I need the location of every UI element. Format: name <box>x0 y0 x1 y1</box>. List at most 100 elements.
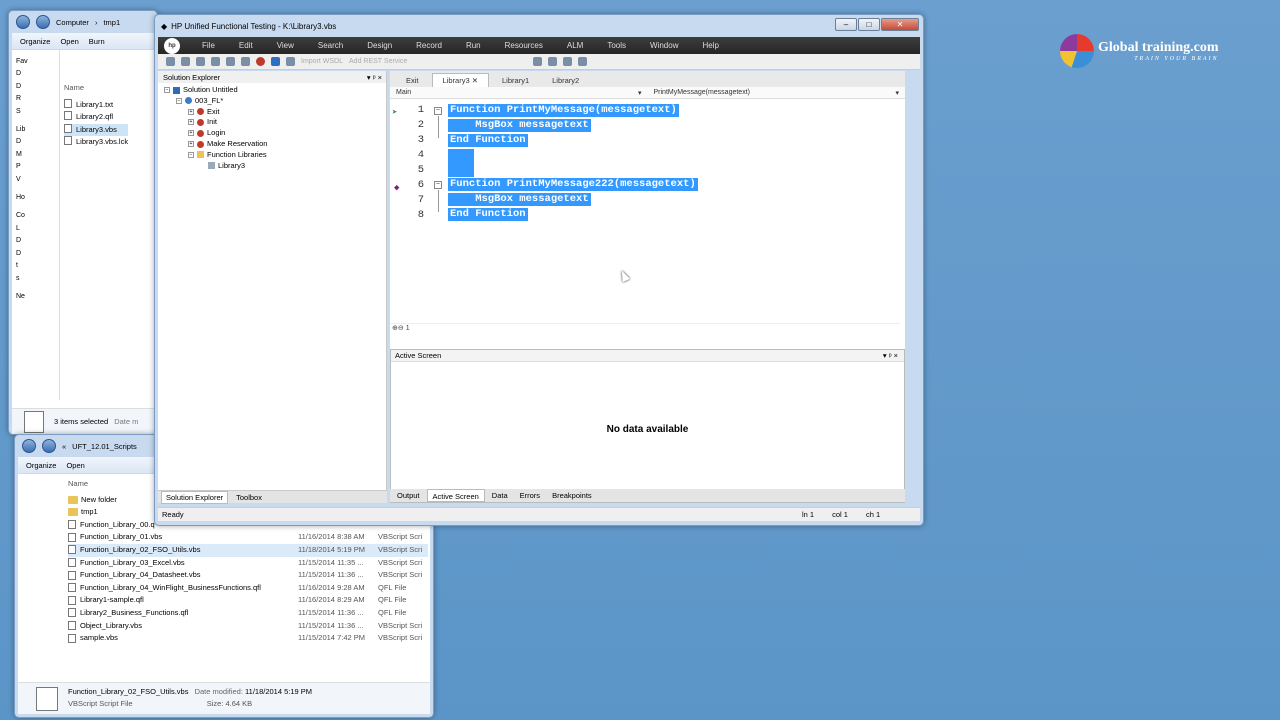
nav-item[interactable]: Co <box>16 210 59 222</box>
code-line[interactable]: MsgBox messagetext <box>448 193 591 206</box>
forward-icon[interactable] <box>42 439 56 453</box>
list-item[interactable]: Library3.vbs.lck <box>64 136 128 149</box>
comment-icon[interactable] <box>548 57 558 66</box>
tree-node-library3[interactable]: Library3 <box>164 161 386 172</box>
open-icon[interactable] <box>181 57 190 66</box>
list-item[interactable]: Library3.vbs <box>64 123 129 137</box>
nav-item[interactable]: R <box>16 93 59 105</box>
tab-toolbox[interactable]: Toolbox <box>232 492 266 503</box>
code-line[interactable]: Function PrintMyMessage222(messagetext) <box>448 178 698 191</box>
minimize-button[interactable]: – <box>835 18 857 31</box>
menu-window[interactable]: Window <box>638 41 690 50</box>
code-area[interactable]: ➤ ◆ − − 1 2 3 4 5 6 7 8 Function PrintMy… <box>390 104 900 336</box>
uft-window[interactable]: ◆ HP Unified Functional Testing - K:\Lib… <box>154 14 924 526</box>
cut-icon[interactable] <box>226 57 235 66</box>
tab-library3[interactable]: Library3 ✕ <box>431 73 490 87</box>
nav-item[interactable]: t <box>16 260 59 272</box>
refresh-icon[interactable] <box>241 57 250 66</box>
list-item[interactable]: Library1-sample.qfl 11/16/2014 8:29 AM QFL… <box>68 594 428 607</box>
run-icon[interactable] <box>271 57 280 66</box>
tree-node-action[interactable]: + Login <box>164 128 386 139</box>
menu-resources[interactable]: Resources <box>493 41 555 50</box>
menu-record[interactable]: Record <box>404 41 454 50</box>
code-line[interactable]: End Function <box>448 134 528 147</box>
organize-button[interactable]: Organize <box>20 37 50 46</box>
menu-view[interactable]: View <box>265 41 306 50</box>
scope-dropdown[interactable]: Main ▾ <box>390 87 648 98</box>
tree-node-solution[interactable]: − Solution Untitled <box>164 85 386 96</box>
list-item[interactable]: Function_Library_04_WinFlight_BusinessFu… <box>68 582 428 595</box>
code-line[interactable]: Function PrintMyMessage(messagetext) <box>448 104 679 117</box>
forward-icon[interactable] <box>36 15 50 29</box>
new-icon[interactable] <box>166 57 175 66</box>
code-line[interactable]: MsgBox messagetext <box>448 119 591 132</box>
panel-pin-close-icon[interactable]: ▾ ᵖ × <box>367 73 382 82</box>
fold-toggle[interactable]: − <box>434 181 442 189</box>
explorer-window-tmp1[interactable]: Computer › tmp1 Organize Open Burn Fav D… <box>8 10 158 435</box>
open-button[interactable]: Open <box>60 37 78 46</box>
close-tab-icon[interactable]: ✕ <box>472 76 478 85</box>
menu-file[interactable]: File <box>190 41 227 50</box>
nav-item[interactable]: V <box>16 174 59 186</box>
nav-item[interactable]: S <box>16 106 59 118</box>
nav-item[interactable]: D <box>16 136 59 148</box>
tab-output[interactable]: Output <box>392 489 425 502</box>
nav-item[interactable]: Ne <box>16 291 59 303</box>
breadcrumb-tmp1[interactable]: tmp1 <box>103 18 120 27</box>
organize-button[interactable]: Organize <box>26 461 56 470</box>
nav-item[interactable]: D <box>16 68 59 80</box>
tree-node-action[interactable]: + Make Reservation <box>164 139 386 150</box>
menu-edit[interactable]: Edit <box>227 41 265 50</box>
code-editor[interactable]: Exit Library3 ✕ Library1 Library2 Main ▾ … <box>390 71 905 356</box>
function-dropdown[interactable]: PrintMyMessage(messagetext) ▾ <box>648 87 906 98</box>
nav-item[interactable]: D <box>16 235 59 247</box>
breadcrumb-computer[interactable]: Computer <box>56 18 89 27</box>
back-icon[interactable] <box>16 15 30 29</box>
list-item[interactable]: Library1.txt <box>64 98 128 112</box>
menu-alm[interactable]: ALM <box>555 41 595 50</box>
add-rest-service-button[interactable]: Add REST Service <box>349 58 407 65</box>
list-item[interactable]: Object_Library.vbs 11/15/2014 11:36 ... VB… <box>68 620 428 633</box>
nav-item[interactable]: L <box>16 223 59 235</box>
nav-item[interactable]: M <box>16 149 59 161</box>
code-line[interactable]: End Function <box>448 208 528 221</box>
code-line-selection[interactable] <box>448 149 474 177</box>
nav-item[interactable]: Lib <box>16 124 59 136</box>
nav-item[interactable]: D <box>16 248 59 260</box>
list-item[interactable]: Function_Library_03_Excel.vbs 11/15/2014 … <box>68 557 428 570</box>
nav-item[interactable]: D <box>16 81 59 93</box>
column-name[interactable]: Name <box>64 82 128 95</box>
record-icon[interactable] <box>256 57 265 66</box>
tree-node-function-libraries[interactable]: − Function Libraries <box>164 150 386 161</box>
nav-item[interactable]: P <box>16 161 59 173</box>
tab-library2[interactable]: Library2 <box>542 74 589 87</box>
tab-library1[interactable]: Library1 <box>492 74 539 87</box>
tree-node-test[interactable]: −003_FL* <box>164 96 386 107</box>
tab-solution-explorer[interactable]: Solution Explorer <box>161 490 229 504</box>
import-wsdl-button[interactable]: Import WSDL <box>301 58 343 65</box>
spy-icon[interactable] <box>286 57 295 66</box>
nav-pane[interactable]: Fav D D R S Lib D M P V Ho Co L D D t s … <box>12 50 60 400</box>
list-item[interactable]: Library2.qfl <box>64 111 128 124</box>
breadcrumb-overflow[interactable]: « <box>62 442 66 451</box>
zoom-out-icon[interactable]: ⊖ <box>398 325 404 332</box>
menu-search[interactable]: Search <box>306 41 355 50</box>
address-bar[interactable]: Computer › tmp1 <box>12 14 154 30</box>
tree-node-action[interactable]: + Exit <box>164 107 386 118</box>
title-bar[interactable]: ◆ HP Unified Functional Testing - K:\Lib… <box>155 15 923 37</box>
burn-button[interactable]: Burn <box>89 37 105 46</box>
panel-pin-close-icon[interactable]: ▾ ᵖ × <box>883 351 898 360</box>
tab-active-screen[interactable]: Active Screen <box>426 489 485 502</box>
menu-tools[interactable]: Tools <box>595 41 638 50</box>
nav-item[interactable]: Ho <box>16 192 59 204</box>
tab-exit[interactable]: Exit <box>396 74 429 87</box>
list-item[interactable]: Function_Library_04_Datasheet.vbs 11/15/2… <box>68 569 428 582</box>
bookmark-icon[interactable] <box>563 57 573 66</box>
tab-errors[interactable]: Errors <box>515 489 545 502</box>
list-item[interactable]: Function_Library_02_FSO_Utils.vbs 11/18/2… <box>68 543 428 557</box>
nav-item[interactable]: Fav <box>16 56 59 68</box>
tab-breakpoints[interactable]: Breakpoints <box>547 489 597 502</box>
breadcrumb-scripts[interactable]: UFT_12.01_Scripts <box>72 442 137 451</box>
maximize-button[interactable]: □ <box>858 18 880 31</box>
save-icon[interactable] <box>211 57 220 66</box>
